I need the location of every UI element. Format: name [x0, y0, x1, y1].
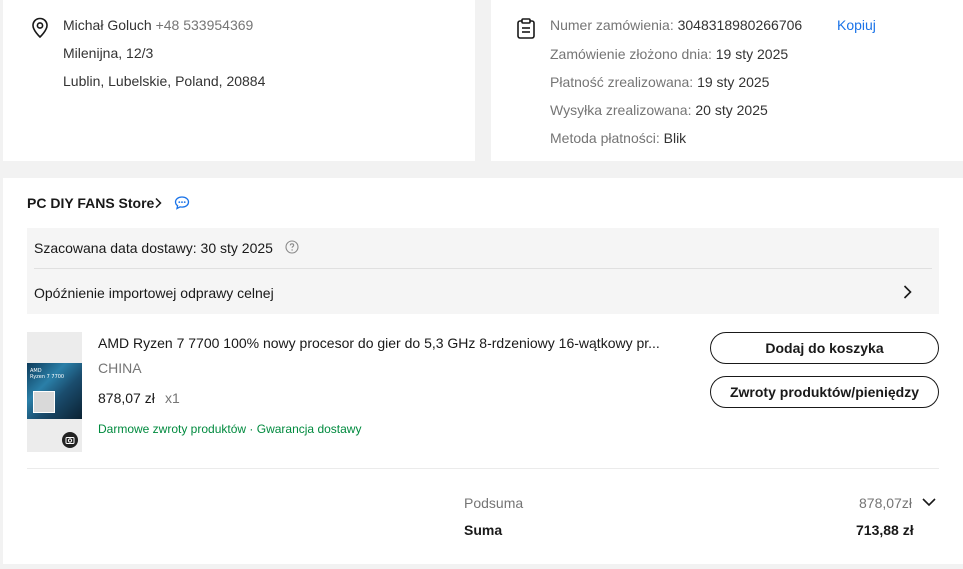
product-quantity: x1: [165, 390, 180, 406]
copy-order-number-link[interactable]: Kopiuj: [837, 16, 876, 34]
payment-completed-value: 19 sty 2025: [697, 74, 770, 90]
shipment-completed-row: Wysyłka zrealizowana: 20 sty 2025: [550, 101, 768, 119]
shipment-completed-label: Wysyłka zrealizowana:: [550, 102, 692, 118]
product-image-label: AMD Ryzen 7 7700: [30, 368, 65, 380]
delivery-guarantee-badge: Gwarancja dostawy: [256, 422, 362, 436]
product-image[interactable]: AMD Ryzen 7 7700: [27, 332, 82, 452]
divider: [27, 468, 939, 469]
product-title-link[interactable]: AMD Ryzen 7 7700 100% nowy procesor do g…: [98, 334, 660, 352]
total-label: Suma: [464, 522, 503, 538]
recipient-phone: +48 533954369: [155, 17, 254, 33]
estimated-delivery-text: Szacowana data dostawy: 30 sty 2025: [34, 240, 273, 256]
address-city: Lublin, Lubelskie, Poland, 20884: [63, 73, 266, 89]
payment-completed-row: Płatność zrealizowana: 19 sty 2025: [550, 73, 769, 91]
shipping-address-card: Michał Goluch +48 533954369 Milenijna, 1…: [3, 0, 475, 161]
chevron-right-icon[interactable]: [901, 284, 913, 300]
chevron-down-icon[interactable]: [921, 496, 937, 508]
store-name-link[interactable]: PC DIY FANS Store: [27, 194, 154, 212]
chevron-right-icon[interactable]: [153, 197, 163, 209]
address-street: Milenijna, 12/3: [63, 45, 154, 61]
payment-method-label: Metoda płatności:: [550, 130, 660, 146]
camera-icon[interactable]: [62, 432, 78, 448]
order-placed-value: 19 sty 2025: [715, 46, 789, 62]
order-info-card: Numer zamówienia: 3048318980266706 Kopiu…: [491, 0, 963, 161]
order-placed-label: Zamówienie złożono dnia:: [550, 46, 712, 62]
divider: [34, 268, 932, 269]
product-image-art: AMD Ryzen 7 7700: [27, 363, 82, 419]
customs-delay-row[interactable]: Opóźnienie importowej odprawy celnej: [34, 284, 274, 302]
order-number-row: Numer zamówienia: 3048318980266706: [550, 16, 802, 34]
payment-method-row: Metoda płatności: Blik: [550, 129, 686, 147]
add-to-cart-button[interactable]: Dodaj do koszyka: [710, 332, 939, 364]
free-returns-badge: Darmowe zwroty produktów: [98, 422, 247, 436]
returns-refunds-button[interactable]: Zwroty produktów/pieniędzy: [710, 376, 939, 408]
product-price: 878,07 zł: [98, 390, 155, 406]
clipboard-icon: [517, 18, 535, 39]
payment-completed-label: Płatność zrealizowana:: [550, 74, 694, 90]
delivery-info-box: Szacowana data dostawy: 30 sty 2025 Opóź…: [27, 228, 939, 314]
order-placed-row: Zamówienie złożono dnia: 19 sty 2025: [550, 45, 788, 63]
chat-bubble-icon[interactable]: [174, 195, 190, 211]
location-pin-icon: [32, 17, 48, 39]
subtotal-label: Podsuma: [464, 495, 524, 511]
recipient-name: Michał Goluch: [63, 17, 152, 33]
payment-method-value: Blik: [663, 130, 687, 146]
product-service-badges: Darmowe zwroty produktów · Gwarancja dos…: [98, 421, 361, 437]
product-origin: CHINA: [98, 360, 142, 376]
store-order-card: PC DIY FANS Store Szacowana data dostawy…: [3, 178, 963, 564]
order-number-label: Numer zamówienia:: [550, 17, 674, 33]
processor-chip-graphic: [33, 391, 55, 413]
subtotal-value: 878,07zł: [859, 495, 912, 511]
recipient-line: Michał Goluch +48 533954369: [63, 16, 253, 34]
badge-separator: ·: [249, 422, 254, 436]
order-number-value: 3048318980266706: [677, 17, 803, 33]
help-circle-icon[interactable]: [285, 240, 299, 254]
total-value: 713,88 zł: [856, 522, 914, 538]
shipment-completed-value: 20 sty 2025: [695, 102, 768, 118]
